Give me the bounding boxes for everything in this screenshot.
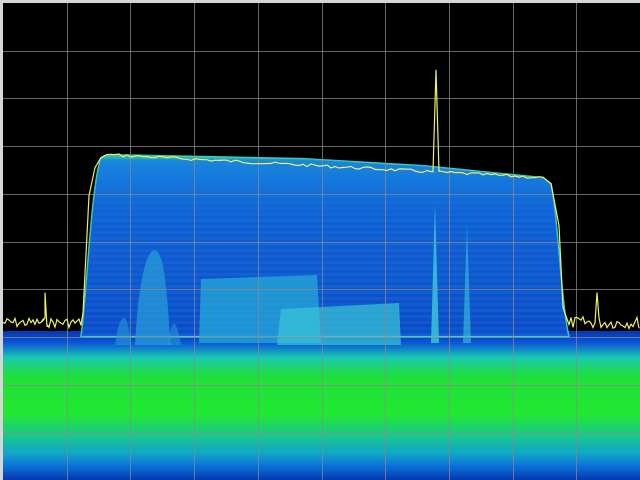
persistence-plot-area[interactable]	[3, 3, 640, 480]
density-floor-band	[3, 331, 640, 480]
spectrum-graphic	[3, 3, 640, 480]
spectrum-display	[0, 0, 640, 480]
